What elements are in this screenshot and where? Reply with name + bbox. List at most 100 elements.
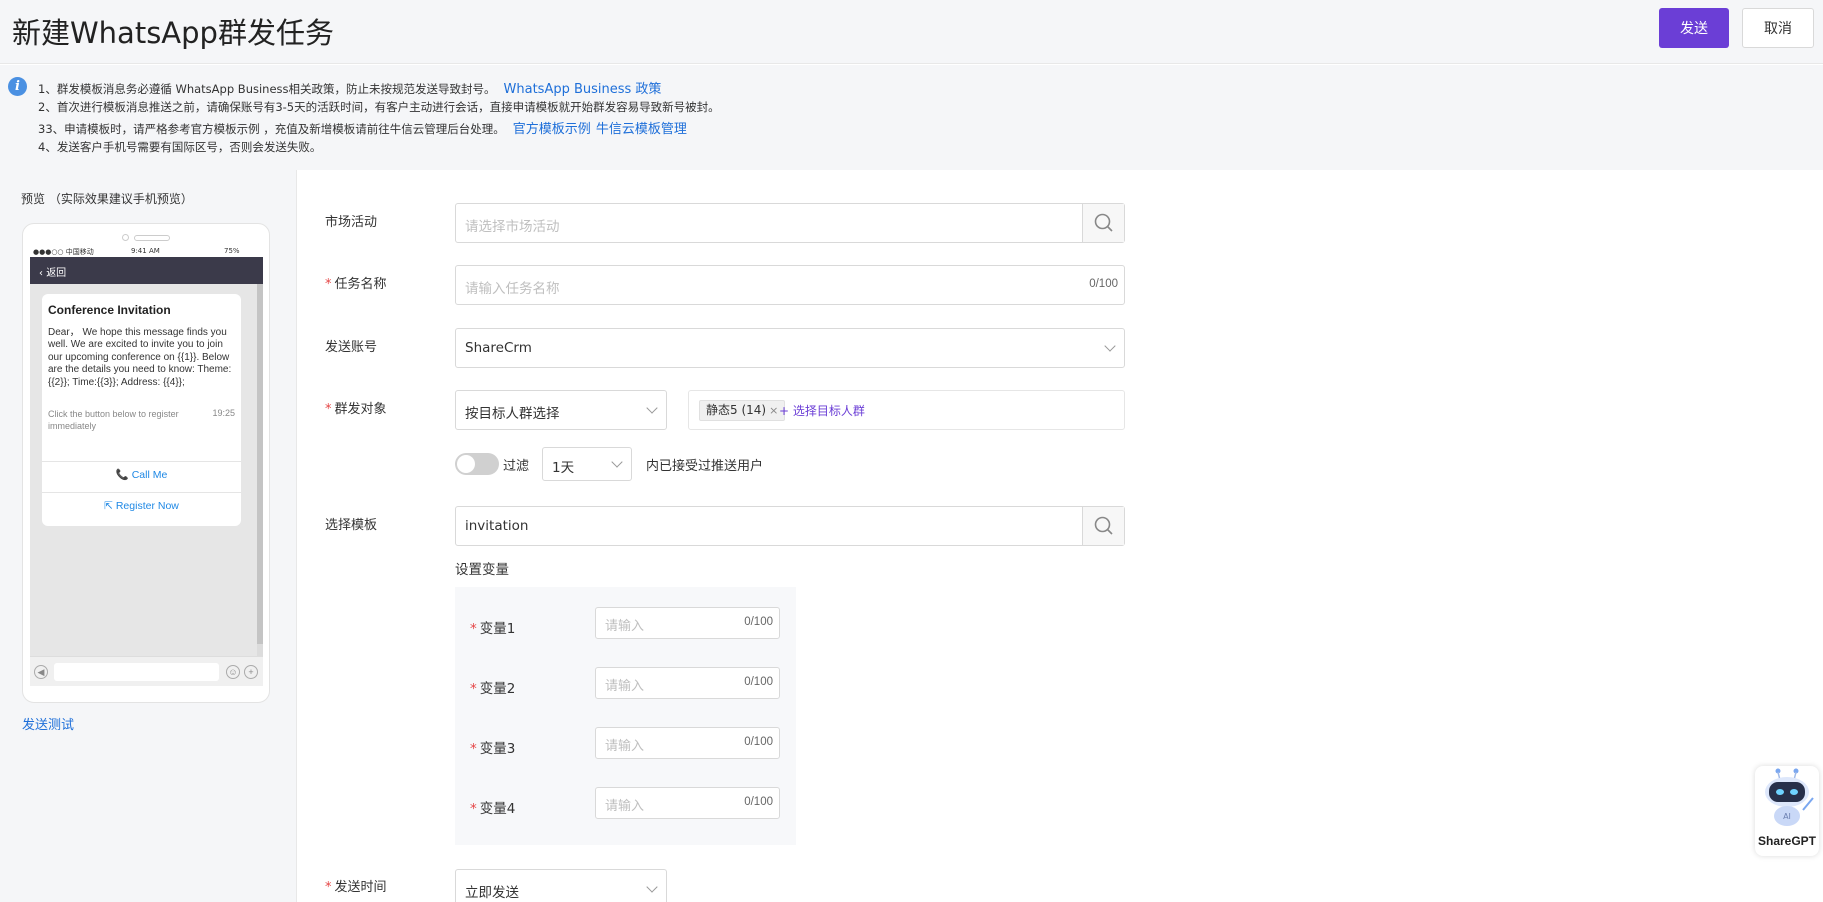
filter-days-select[interactable]: 1天 [542, 447, 632, 481]
robot-icon: AI [1765, 768, 1814, 826]
chevron-down-icon [646, 881, 658, 893]
chevron-left-icon: ‹ [39, 268, 43, 279]
send-time-label-text: 发送时间 [334, 880, 387, 895]
assistant-label: ShareGPT [1757, 834, 1817, 848]
emoji-icon[interactable]: ☺ [226, 665, 240, 679]
template-value: invitation [465, 518, 529, 534]
template-example-link[interactable]: 官方模板示例 [513, 122, 591, 137]
variables-panel: * 变量1 请输入 0/100 * 变量2 请输入 0/100 * 变量3 请输入 0/10… [455, 587, 796, 845]
back-button[interactable]: ‹ 返回 [39, 264, 66, 279]
chat-nav-bar: ‹ 返回 [30, 257, 263, 284]
call-me-label: Call Me [131, 469, 168, 481]
chevron-down-icon [646, 402, 658, 414]
target-group-field[interactable]: 静态5 (14) × + 选择目标人群 [688, 390, 1125, 430]
activity-placeholder: 请选择市场活动 [465, 219, 560, 235]
required-mark: * [470, 681, 477, 697]
cancel-button[interactable]: 取消 [1742, 8, 1814, 48]
phone-screen: ●●●○○ 中国移动 9:41 AM 75% ‹ 返回 Conference I… [30, 246, 263, 686]
var1-count: 0/100 [744, 616, 773, 628]
required-mark: * [325, 277, 332, 292]
task-name-label: * 任务名称 [325, 273, 387, 292]
template-label: 选择模板 [325, 518, 378, 533]
filter-label: 过滤 [503, 459, 530, 474]
card-footer: Click the button below to register immed… [48, 409, 179, 431]
target-mode-value: 按目标人群选择 [465, 406, 560, 422]
add-target-link[interactable]: + 选择目标人群 [779, 402, 865, 419]
back-label: 返回 [46, 268, 67, 279]
filter-days-value: 1天 [552, 460, 575, 476]
voice-icon[interactable]: ◀ [34, 665, 48, 679]
required-mark: * [470, 741, 477, 757]
filter-toggle[interactable] [455, 453, 499, 475]
chat-input-field[interactable] [54, 663, 219, 681]
target-label: * 群发对象 [325, 398, 387, 417]
phone-frame: ●●●○○ 中国移动 9:41 AM 75% ‹ 返回 Conference I… [22, 223, 270, 703]
preview-scrollbar[interactable] [257, 284, 263, 686]
activity-input[interactable]: 请选择市场活动 [455, 203, 1125, 243]
vars-title: 设置变量 [455, 562, 509, 578]
card-body: Dear， We hope this message finds you wel… [48, 327, 232, 388]
task-name-label-text: 任务名称 [334, 277, 387, 292]
account-select[interactable]: ShareCrm [455, 328, 1125, 368]
status-bar: ●●●○○ 中国移动 9:41 AM 75% [30, 246, 263, 257]
chat-input-bar: ◀ ☺ + [30, 656, 263, 686]
var2-input[interactable]: 请输入 0/100 [595, 667, 780, 699]
send-button[interactable]: 发送 [1659, 8, 1729, 48]
var3-label-text: 变量3 [479, 741, 516, 757]
template-search-button[interactable] [1082, 507, 1124, 545]
close-icon[interactable]: × [769, 404, 778, 417]
phone-speaker [134, 235, 170, 241]
target-label-text: 群发对象 [334, 402, 387, 417]
send-test-link[interactable]: 发送测试 [22, 714, 74, 733]
info-icon: i [8, 77, 27, 96]
activity-search-button[interactable] [1082, 204, 1124, 242]
card-title: Conference Invitation [48, 303, 171, 317]
target-mode-select[interactable]: 按目标人群选择 [455, 390, 667, 430]
register-now-button[interactable]: ⇱ Register Now [42, 492, 241, 519]
var1-input[interactable]: 请输入 0/100 [595, 607, 780, 639]
var3-placeholder: 请输入 [605, 739, 645, 754]
status-carrier: ●●●○○ 中国移动 [33, 248, 94, 256]
required-mark: * [470, 801, 477, 817]
var3-label: * 变量3 [470, 737, 515, 757]
var2-placeholder: 请输入 [605, 679, 645, 694]
call-me-button[interactable]: 📞 Call Me [42, 461, 241, 488]
notice-panel: i 1、群发模板消息务必遵循 WhatsApp Business相关政策，防止未… [0, 65, 1823, 170]
var4-input[interactable]: 请输入 0/100 [595, 787, 780, 819]
send-time-value: 立即发送 [465, 885, 519, 901]
template-input[interactable]: invitation [455, 506, 1125, 546]
page-title: 新建WhatsApp群发任务 [12, 16, 334, 50]
plus-icon[interactable]: + [244, 665, 258, 679]
svg-text:AI: AI [1783, 812, 1791, 821]
filter-suffix: 内已接受过推送用户 [646, 459, 764, 474]
notice-line-3: 33、申请模板时，请严格参考官方模板示例 ，充值及新增模板请前往牛信云管理后台处… [38, 118, 687, 137]
account-label: 发送账号 [325, 340, 378, 355]
target-tag: 静态5 (14) × [699, 400, 786, 421]
chevron-down-icon [1104, 340, 1116, 352]
send-time-select[interactable]: 立即发送 [455, 869, 667, 902]
status-time: 9:41 AM [131, 247, 160, 255]
var4-placeholder: 请输入 [605, 799, 645, 814]
policy-link[interactable]: WhatsApp Business 政策 [504, 82, 662, 97]
preview-label: 预览 （实际效果建议手机预览） [21, 192, 193, 206]
notice-line-1: 1、群发模板消息务必遵循 WhatsApp Business相关政策，防止未按规… [38, 78, 661, 97]
scrollbar-thumb[interactable] [257, 284, 263, 644]
var2-label: * 变量2 [470, 677, 515, 697]
task-name-input[interactable]: 请输入任务名称 0/100 [455, 265, 1125, 305]
var4-count: 0/100 [744, 796, 773, 808]
var3-input[interactable]: 请输入 0/100 [595, 727, 780, 759]
template-manage-link[interactable]: 牛信云模板管理 [596, 122, 687, 137]
notice-line-4: 4、发送客户手机号需要有国际区号，否则会发送失败。 [38, 140, 322, 154]
var1-placeholder: 请输入 [605, 619, 645, 634]
task-name-count: 0/100 [1089, 278, 1118, 290]
chevron-down-icon [611, 456, 623, 468]
preview-panel: 预览 （实际效果建议手机预览） ●●●○○ 中国移动 9:41 AM 75% ‹… [0, 170, 297, 902]
send-time-label: * 发送时间 [325, 876, 387, 895]
sharegpt-assistant-button[interactable]: AI ShareGPT [1755, 766, 1819, 856]
toggle-knob [457, 455, 475, 473]
status-battery: 75% [224, 247, 240, 255]
account-value: ShareCrm [465, 340, 532, 356]
phone-icon: 📞 [115, 469, 129, 481]
var4-label-text: 变量4 [479, 801, 516, 817]
card-time: 19:25 [212, 408, 235, 418]
